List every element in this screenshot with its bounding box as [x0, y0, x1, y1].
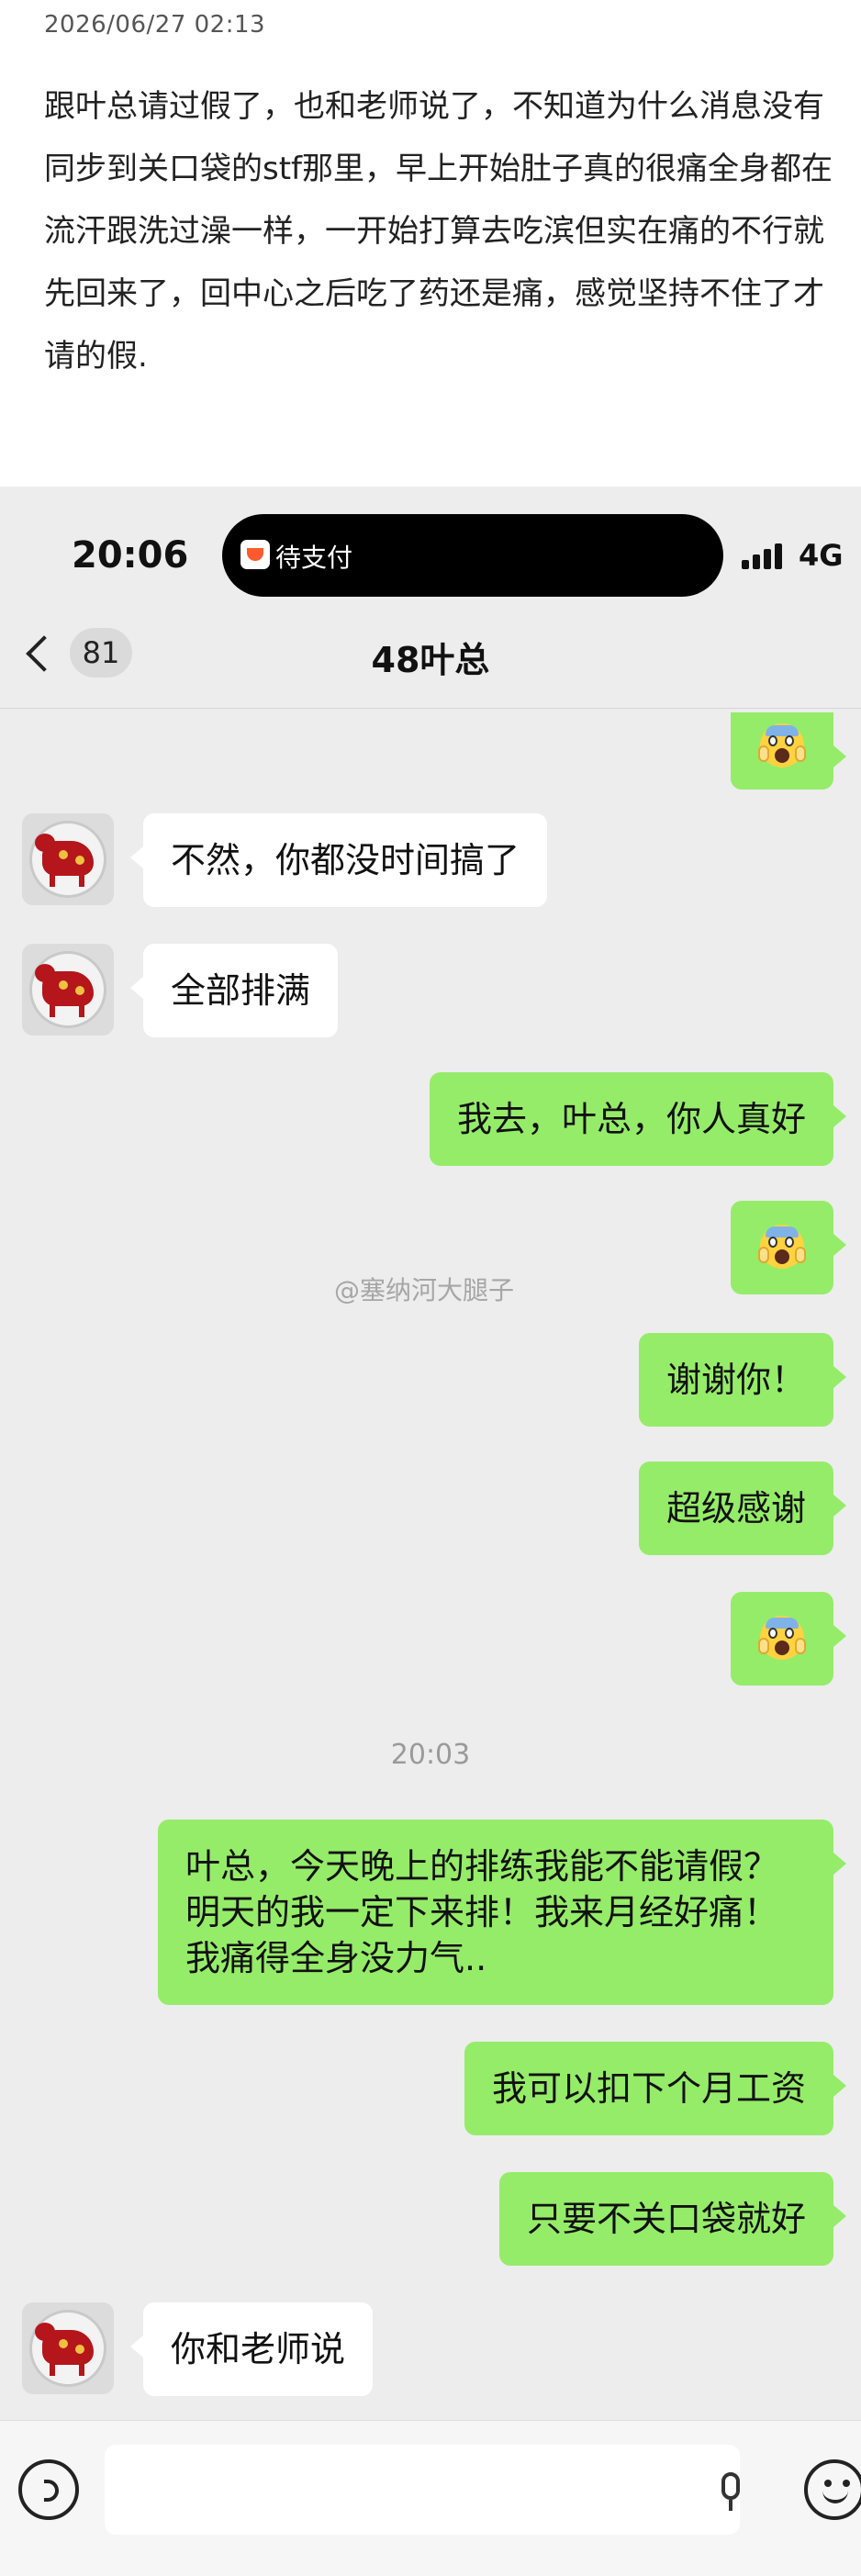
message-text: 谢谢你！: [665, 1360, 806, 1400]
message-bubble-outgoing[interactable]: 我去，叶总，你人真好: [429, 1072, 847, 1166]
scream-emoji-icon: [758, 1616, 806, 1660]
post-body: 跟叶总请过假了，也和老师说了，不知道为什么消息没有同步到关口袋的stf那里，早上…: [44, 88, 833, 375]
status-bar: 20:06 待支付 4G: [0, 487, 861, 606]
message-text: 你和老师说: [171, 2329, 346, 2369]
avatar[interactable]: [22, 813, 114, 905]
network-type: 4G: [799, 538, 844, 573]
microphone-icon[interactable]: [721, 2472, 740, 2500]
message-text: 叶总，今天晚上的排练我能不能请假？明天的我一定下来排！我来月经好痛！我痛得全身没…: [185, 1846, 779, 1978]
microphone-stand: [729, 2500, 732, 2511]
avatar[interactable]: [22, 944, 114, 1036]
post-date: 2026/06/27 02:13: [44, 11, 266, 39]
message-bubble-outgoing[interactable]: [731, 1592, 846, 1686]
status-time: 20:06: [72, 534, 189, 577]
message-bubble-outgoing[interactable]: 我可以扣下个月工资: [464, 2042, 847, 2135]
signal-icon: [742, 543, 789, 569]
watermark: @塞纳河大腿子: [334, 1275, 515, 1305]
avatar[interactable]: [22, 2302, 114, 2394]
message-text: 我可以扣下个月工资: [491, 2068, 806, 2109]
message-timestamp: 20:03: [390, 1739, 471, 1771]
scream-emoji-icon: [758, 723, 806, 767]
shopping-app-icon: [240, 540, 270, 569]
message-input[interactable]: [105, 2445, 740, 2535]
post-section: 2026/06/27 02:13 跟叶总请过假了，也和老师说了，不知道为什么消息…: [0, 0, 861, 487]
input-bar: [0, 2420, 861, 2576]
message-text: 我去，叶总，你人真好: [456, 1099, 806, 1139]
island-label: 待支付: [275, 543, 353, 573]
chat-screenshot: 20:06 待支付 4G 81 48叶总 不然，你都没时间搞了 全部排满 我去，…: [0, 487, 861, 2576]
message-bubble-outgoing[interactable]: [731, 1201, 846, 1294]
message-bubble-outgoing[interactable]: [731, 712, 846, 790]
message-bubble-incoming[interactable]: 不然，你都没时间搞了: [129, 813, 548, 907]
dynamic-island[interactable]: 待支付: [222, 514, 723, 597]
message-bubble-outgoing[interactable]: 只要不关口袋就好: [498, 2172, 847, 2266]
emoji-picker-icon[interactable]: [804, 2459, 861, 2520]
message-text: 只要不关口袋就好: [526, 2199, 806, 2239]
chat-title: 48叶总: [371, 640, 490, 680]
scream-emoji-icon: [758, 1225, 806, 1269]
message-text: 不然，你都没时间搞了: [171, 840, 520, 880]
message-bubble-outgoing[interactable]: 叶总，今天晚上的排练我能不能请假？明天的我一定下来排！我来月经好痛！我痛得全身没…: [158, 1820, 846, 2005]
message-text: 超级感谢: [665, 1488, 806, 1529]
message-text: 全部排满: [171, 970, 311, 1011]
message-bubble-incoming[interactable]: 你和老师说: [129, 2302, 374, 2396]
message-bubble-outgoing[interactable]: 超级感谢: [638, 1462, 847, 1555]
voice-input-icon[interactable]: [18, 2459, 79, 2520]
chat-header: 81 48叶总: [0, 606, 861, 709]
message-bubble-incoming[interactable]: 全部排满: [129, 944, 339, 1037]
message-bubble-outgoing[interactable]: 谢谢你！: [638, 1333, 847, 1427]
